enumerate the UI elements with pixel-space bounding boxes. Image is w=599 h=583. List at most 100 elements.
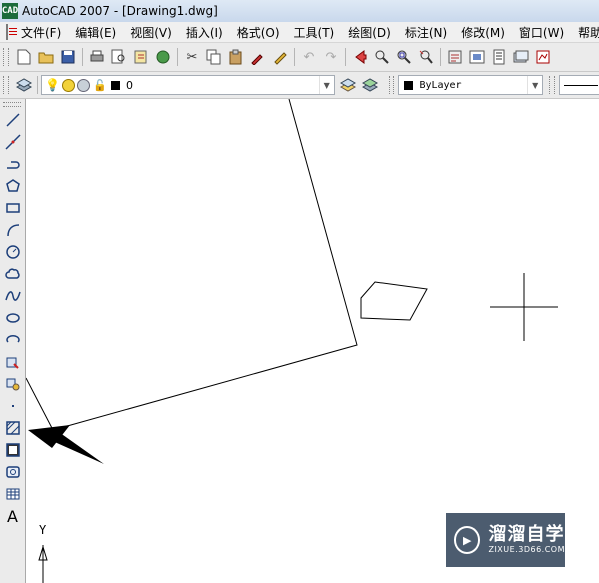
insert-block-icon[interactable] [0,351,25,373]
menu-dimension[interactable]: 标注(N) [398,24,454,41]
sun-icon [62,78,76,92]
polygon-icon[interactable] [0,175,25,197]
paste-icon[interactable] [226,47,246,67]
menu-format[interactable]: 格式(O) [230,24,287,41]
menu-bar: 文件(F) 编辑(E) 视图(V) 插入(I) 格式(O) 工具(T) 绘图(D… [0,22,599,43]
construction-line-icon[interactable] [0,131,25,153]
color-swatch [404,80,414,90]
tool-palettes-icon[interactable] [489,47,509,67]
menu-tools[interactable]: 工具(T) [287,24,342,41]
spline-icon[interactable] [0,285,25,307]
block-editor-icon[interactable] [270,47,290,67]
design-center-icon[interactable] [467,47,487,67]
rectangle-icon[interactable] [0,197,25,219]
toolbar-separator [440,48,441,66]
open-icon[interactable] [36,47,56,67]
layer-name: 0 [125,78,133,92]
zoom-window-icon[interactable] [394,47,414,67]
zoom-realtime-icon[interactable] [372,47,392,67]
toolbar-separator [345,48,346,66]
layer-dropdown[interactable]: 💡 🔓 0 ▼ [41,75,335,95]
lightbulb-icon: 💡 [45,78,61,92]
line-icon[interactable] [0,109,25,131]
toolbar-grip[interactable] [3,48,9,66]
toolbar-grip[interactable] [549,76,556,94]
color-control-dropdown[interactable]: ByLayer ▼ [398,75,544,95]
toolbar-grip[interactable] [3,102,21,107]
region-icon[interactable] [0,461,25,483]
make-block-icon[interactable] [0,373,25,395]
layer-manager-icon[interactable] [14,75,33,95]
layer-previous-icon[interactable] [360,75,379,95]
toolbar-grip[interactable] [388,76,395,94]
gradient-icon[interactable] [0,439,25,461]
color-ring-icon [77,78,91,92]
menu-window[interactable]: 窗口(W) [512,24,571,41]
drawing-canvas[interactable]: Y [26,99,599,583]
redo-icon[interactable]: ↷ [321,47,341,67]
autocad-app-icon[interactable]: CAD [2,3,18,19]
markup-icon[interactable] [533,47,553,67]
linetype-preview [564,84,599,86]
standard-toolbar: ✂ ↶ ↷ [0,43,599,72]
pentagon-shape [360,281,428,321]
annotation-arrow [28,425,104,464]
watermark-url: ZIXUE.3D66.COM [488,545,565,554]
drawing-svg [26,99,558,583]
menu-help[interactable]: 帮助 [571,24,599,41]
watermark-title: 溜溜自学 [488,524,565,545]
ellipse-arc-icon[interactable] [0,329,25,351]
toolbar-grip[interactable] [3,76,9,94]
menu-draw[interactable]: 绘图(D) [341,24,398,41]
new-icon[interactable] [14,47,34,67]
menu-modify[interactable]: 修改(M) [454,24,512,41]
watermark-badge: ▶ 溜溜自学 ZIXUE.3D66.COM [446,513,565,567]
menu-insert[interactable]: 插入(I) [179,24,230,41]
polyline-icon[interactable] [0,153,25,175]
window-title: AutoCAD 2007 - [Drawing1.dwg] [22,4,218,18]
zoom-previous-icon[interactable] [416,47,436,67]
undo-icon[interactable]: ↶ [299,47,319,67]
3d-dwf-icon[interactable] [153,47,173,67]
layer-color-swatch [110,80,120,90]
arc-icon[interactable] [0,219,25,241]
ellipse-icon[interactable] [0,307,25,329]
toolbar-separator [177,48,178,66]
linetype-dropdown[interactable] [559,75,599,95]
document-icon[interactable] [6,24,17,40]
toolbar-separator [82,48,83,66]
lock-icon: 🔓 [93,78,107,92]
make-object-layer-current-icon[interactable] [339,75,358,95]
sheet-set-icon[interactable] [511,47,531,67]
menu-file[interactable]: 文件(F) [14,24,68,41]
save-icon[interactable] [58,47,78,67]
menu-edit[interactable]: 编辑(E) [68,24,123,41]
hatch-icon[interactable] [0,417,25,439]
title-bar: CAD AutoCAD 2007 - [Drawing1.dwg] [0,0,599,22]
table-icon[interactable] [0,483,25,505]
toolbar-separator [37,76,39,94]
plot-icon[interactable] [87,47,107,67]
copy-icon[interactable] [204,47,224,67]
cut-icon[interactable]: ✂ [182,47,202,67]
play-logo-icon: ▶ [454,526,481,554]
layers-toolbar: 💡 🔓 0 ▼ ByLayer ▼ [0,72,599,99]
circle-icon[interactable] [0,241,25,263]
match-properties-icon[interactable] [248,47,268,67]
layer-dropdown-arrow[interactable]: ▼ [318,76,334,94]
crosshair-cursor [490,273,558,341]
point-icon[interactable] [0,395,25,417]
plot-preview-icon[interactable] [109,47,129,67]
publish-icon[interactable] [131,47,151,67]
pan-icon[interactable] [350,47,370,67]
properties-icon[interactable] [445,47,465,67]
rectangle-shape [26,99,358,431]
menu-view[interactable]: 视图(V) [123,24,179,41]
color-dropdown-arrow[interactable]: ▼ [527,76,542,94]
toolbar-separator [294,48,295,66]
multiline-text-button[interactable]: A [0,505,25,527]
draw-toolbar: A [0,99,26,583]
color-value: ByLayer [419,79,462,91]
ucs-icon [38,545,48,583]
revision-cloud-icon[interactable] [0,263,25,285]
